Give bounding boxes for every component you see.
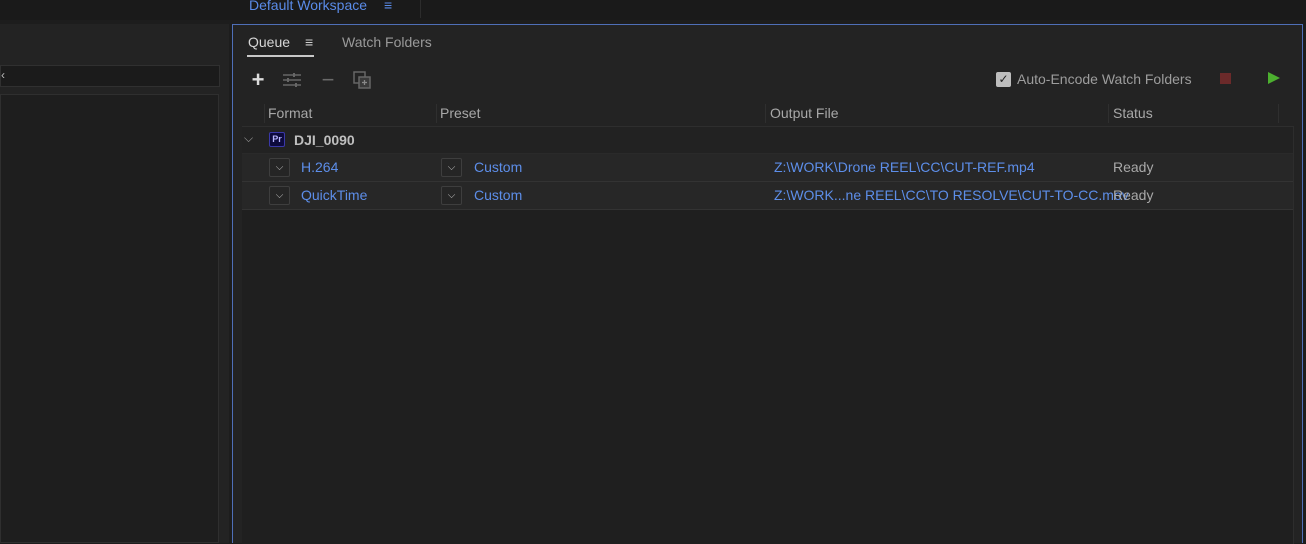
remove-icon[interactable]: − [317, 67, 339, 92]
source-name: DJI_0090 [294, 132, 355, 148]
left-panel: ‹ [0, 24, 229, 543]
auto-encode-checkbox[interactable]: ✓ [996, 71, 1011, 87]
table-row[interactable]: ⌵ H.264 ⌵ Custom Z:\WORK\Drone REEL\CC\C… [242, 154, 1294, 182]
queue-panel: Queue ≡ Watch Folders + − ✓ Auto-Encode … [232, 24, 1303, 544]
left-search-field[interactable]: ‹ [0, 65, 220, 87]
column-separator [1278, 104, 1279, 123]
chevron-down-icon[interactable]: ⌵ [244, 131, 253, 146]
preset-dropdown-chevron-icon[interactable]: ⌵ [441, 158, 462, 177]
auto-encode-label: Auto-Encode Watch Folders [1017, 71, 1192, 87]
auto-encode-toggle[interactable]: ✓ Auto-Encode Watch Folders [996, 71, 1192, 87]
duplicate-icon[interactable] [352, 69, 374, 91]
column-header-preset[interactable]: Preset [440, 105, 480, 121]
tab-watch-folders[interactable]: Watch Folders [342, 34, 432, 50]
hamburger-menu-icon[interactable]: ≡ [384, 0, 392, 13]
table-header: Format Preset Output File Status [242, 101, 1294, 127]
preset-dropdown-chevron-icon[interactable]: ⌵ [441, 186, 462, 205]
scrollbar-track[interactable] [1293, 127, 1294, 544]
format-dropdown-chevron-icon[interactable]: ⌵ [269, 158, 290, 177]
start-queue-button[interactable] [1268, 72, 1280, 84]
column-header-output-file[interactable]: Output File [770, 105, 838, 121]
left-field-caret-icon: ‹ [1, 68, 5, 82]
premiere-pro-icon: Pr [269, 132, 285, 147]
workspace-label[interactable]: Default Workspace [249, 0, 367, 13]
column-separator [436, 104, 437, 123]
format-dropdown-chevron-icon[interactable]: ⌵ [269, 186, 290, 205]
tab-queue-label[interactable]: Queue [248, 34, 290, 50]
top-bar: Default Workspace ≡ [0, 0, 1306, 20]
queue-source-item[interactable]: ⌵ Pr DJI_0090 [242, 127, 1294, 154]
stop-queue-button[interactable] [1220, 73, 1231, 84]
column-header-format[interactable]: Format [268, 105, 312, 121]
output-file-link[interactable]: Z:\WORK\Drone REEL\CC\CUT-REF.mp4 [774, 159, 1035, 175]
column-separator [1108, 104, 1109, 123]
format-link[interactable]: QuickTime [301, 187, 367, 203]
tab-queue[interactable]: Queue [247, 34, 314, 57]
table-row[interactable]: ⌵ QuickTime ⌵ Custom Z:\WORK...ne REEL\C… [242, 182, 1294, 210]
column-header-status[interactable]: Status [1113, 105, 1153, 121]
preset-link[interactable]: Custom [474, 187, 522, 203]
status-text: Ready [1113, 187, 1154, 203]
queue-table: Format Preset Output File Status ⌵ Pr DJ… [242, 101, 1294, 544]
queue-menu-icon[interactable]: ≡ [305, 34, 313, 50]
add-source-icon[interactable]: + [247, 67, 269, 92]
tab-watch-folders-label[interactable]: Watch Folders [342, 34, 432, 50]
output-file-link[interactable]: Z:\WORK...ne REEL\CC\TO RESOLVE\CUT-TO-C… [774, 187, 1129, 203]
active-tab-underline [247, 55, 314, 57]
preset-link[interactable]: Custom [474, 159, 522, 175]
settings-sliders-icon[interactable] [281, 69, 303, 91]
status-text: Ready [1113, 159, 1154, 175]
divider [420, 0, 421, 18]
format-link[interactable]: H.264 [301, 159, 338, 175]
workspace-selector[interactable]: Default Workspace ≡ [249, 0, 392, 13]
column-separator [264, 104, 265, 123]
column-separator [765, 104, 766, 123]
left-list-area [0, 94, 219, 543]
